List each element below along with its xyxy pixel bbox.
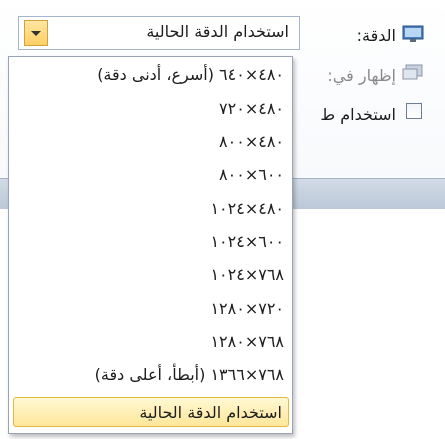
- resolution-dropdown-list: ٤٨٠×٦٤٠ (أسرع، أدنى دقة) ٤٨٠×٧٢٠ ٤٨٠×٨٠٠…: [8, 56, 293, 434]
- resolution-combo-value: استخدام الدقة الحالية: [146, 22, 289, 41]
- resolution-label: الدقة:: [356, 26, 396, 45]
- option-800x480[interactable]: ٤٨٠×٨٠٠: [9, 127, 292, 157]
- resolution-combo[interactable]: استخدام الدقة الحالية: [18, 16, 300, 50]
- chevron-down-icon: [31, 31, 41, 36]
- use-presenter-view-checkbox[interactable]: [406, 103, 422, 119]
- option-1366x768[interactable]: ٧٦٨×١٣٦٦ (أبطأ، أعلى دقة): [9, 360, 292, 390]
- slideshow-monitor-icon: [402, 64, 423, 80]
- show-on-label: إظهار في:: [327, 66, 396, 85]
- option-1024x768[interactable]: ٧٦٨×١٠٢٤: [9, 260, 292, 290]
- use-presenter-view-label: استخدام ط: [320, 105, 396, 124]
- option-use-current-resolution[interactable]: استخدام الدقة الحالية: [13, 397, 289, 427]
- option-1280x720[interactable]: ٧٢٠×١٢٨٠: [9, 294, 292, 324]
- monitor-icon: [402, 25, 424, 42]
- option-800x600[interactable]: ٦٠٠×٨٠٠: [9, 160, 292, 190]
- option-640x480[interactable]: ٤٨٠×٦٤٠ (أسرع، أدنى دقة): [9, 60, 292, 90]
- option-1280x768[interactable]: ٧٦٨×١٢٨٠: [9, 327, 292, 357]
- resolution-dropdown-button[interactable]: [24, 20, 48, 46]
- option-720x480[interactable]: ٤٨٠×٧٢٠: [9, 94, 292, 124]
- option-1024x600[interactable]: ٦٠٠×١٠٢٤: [9, 227, 292, 257]
- option-1024x480[interactable]: ٤٨٠×١٠٢٤: [9, 194, 292, 224]
